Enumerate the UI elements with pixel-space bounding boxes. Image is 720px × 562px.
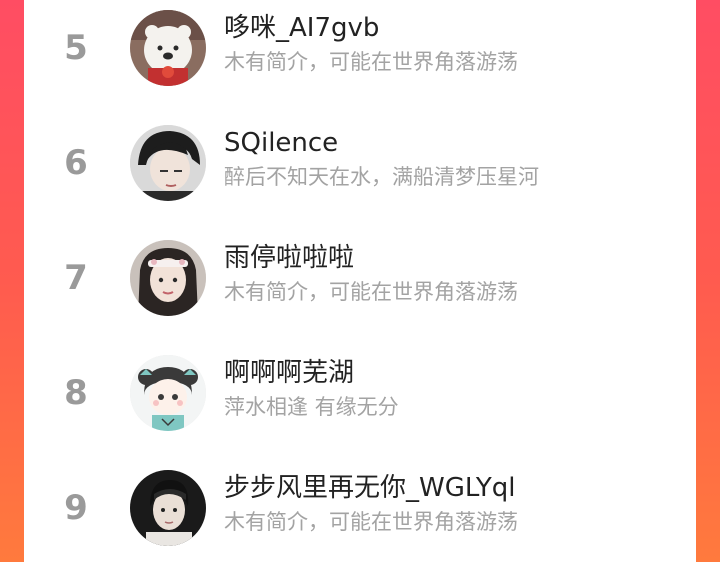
username[interactable]: 哆咪_AI7gvb xyxy=(224,12,379,44)
rank-number: 9 xyxy=(64,488,88,528)
avatar[interactable] xyxy=(130,125,206,201)
user-bio: 萍水相逢 有缘无分 xyxy=(224,395,399,419)
rank-number: 7 xyxy=(64,258,88,298)
username[interactable]: SQilence xyxy=(224,127,338,159)
rank-number: 5 xyxy=(64,28,88,68)
user-bio: 木有简介，可能在世界角落游荡 xyxy=(224,510,518,534)
polar-bear-avatar-icon xyxy=(130,10,206,86)
cartoon-girl-avatar-icon xyxy=(130,355,206,431)
user-bio: 醉后不知天在水，满船清梦压星河 xyxy=(224,165,539,189)
ranking-list: 5 哆咪_AI7gvb 木有简介，可能在世界角落游荡 6 SQilence 醉后… xyxy=(24,0,696,562)
avatar[interactable] xyxy=(130,240,206,316)
list-item[interactable]: 8 啊啊啊芜湖 萍水相逢 有缘无分 xyxy=(24,355,696,431)
username[interactable]: 啊啊啊芜湖 xyxy=(224,357,354,389)
portrait-avatar-icon xyxy=(130,470,206,546)
rank-number: 8 xyxy=(64,373,88,413)
avatar[interactable] xyxy=(130,470,206,546)
headband-girl-avatar-icon xyxy=(130,240,206,316)
rank-number: 6 xyxy=(64,143,88,183)
avatar[interactable] xyxy=(130,355,206,431)
user-bio: 木有简介，可能在世界角落游荡 xyxy=(224,50,518,74)
list-item[interactable]: 7 雨停啦啦啦 木有简介，可能在世界角落游荡 xyxy=(24,240,696,316)
list-item[interactable]: 6 SQilence 醉后不知天在水，满船清梦压星河 xyxy=(24,125,696,201)
ranking-page: 5 哆咪_AI7gvb 木有简介，可能在世界角落游荡 6 SQilence 醉后… xyxy=(0,0,720,562)
username[interactable]: 步步风里再无你_WGLYql xyxy=(224,472,516,504)
avatar[interactable] xyxy=(130,10,206,86)
list-item[interactable]: 5 哆咪_AI7gvb 木有简介，可能在世界角落游荡 xyxy=(24,10,696,86)
list-item[interactable]: 9 步步风里再无你_WGLYql 木有简介，可能在世界角落游荡 xyxy=(24,470,696,546)
user-bio: 木有简介，可能在世界角落游荡 xyxy=(224,280,518,304)
username[interactable]: 雨停啦啦啦 xyxy=(224,242,354,274)
dark-hair-avatar-icon xyxy=(130,125,206,201)
